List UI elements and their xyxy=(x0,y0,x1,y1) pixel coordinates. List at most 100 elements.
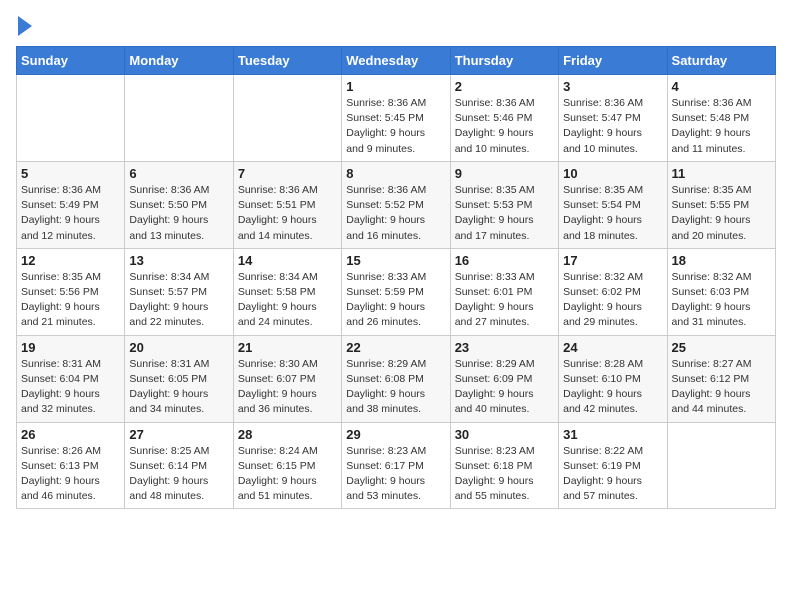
calendar-cell: 24Sunrise: 8:28 AM Sunset: 6:10 PM Dayli… xyxy=(559,335,667,422)
calendar-cell: 25 Sunrise: 8:27 AM Sunset: 6:12 PM Dayli… xyxy=(667,335,775,422)
day-info: Sunrise: 8:36 AM Sunset: 5:47 PM Dayligh… xyxy=(563,96,662,157)
day-info: Sunrise: 8:23 AM Sunset: 6:18 PM Dayligh… xyxy=(455,444,554,505)
day-number: 23 xyxy=(455,340,554,355)
calendar-cell: 31 Sunrise: 8:22 AM Sunset: 6:19 PM Dayli… xyxy=(559,422,667,509)
day-info: Sunrise: 8:36 AM Sunset: 5:52 PM Dayligh… xyxy=(346,183,445,244)
day-info: Sunrise: 8:30 AM Sunset: 6:07 PM Dayligh… xyxy=(238,357,337,418)
day-number: 30 xyxy=(455,427,554,442)
day-info: Sunrise: 8:34 AM Sunset: 5:57 PM Dayligh… xyxy=(129,270,228,331)
weekday-header-tuesday: Tuesday xyxy=(233,47,341,75)
day-number: 12 xyxy=(21,253,120,268)
calendar-cell: 27 Sunrise: 8:25 AM Sunset: 6:14 PM Dayli… xyxy=(125,422,233,509)
day-info: Sunrise: 8:36 AM Sunset: 5:46 PM Dayligh… xyxy=(455,96,554,157)
day-info: Sunrise: 8:23 AM Sunset: 6:17 PM Dayligh… xyxy=(346,444,445,505)
weekday-header-thursday: Thursday xyxy=(450,47,558,75)
day-info: Sunrise: 8:31 AM Sunset: 6:05 PM Dayligh… xyxy=(129,357,228,418)
calendar-cell: 3 Sunrise: 8:36 AM Sunset: 5:47 PM Daylig… xyxy=(559,75,667,162)
day-number: 1 xyxy=(346,79,445,94)
calendar-cell: 13 Sunrise: 8:34 AM Sunset: 5:57 PM Dayli… xyxy=(125,248,233,335)
calendar-cell: 15Sunrise: 8:33 AM Sunset: 5:59 PM Dayli… xyxy=(342,248,450,335)
day-info: Sunrise: 8:35 AM Sunset: 5:55 PM Dayligh… xyxy=(672,183,771,244)
day-number: 10 xyxy=(563,166,662,181)
day-info: Sunrise: 8:35 AM Sunset: 5:56 PM Dayligh… xyxy=(21,270,120,331)
calendar-cell: 18 Sunrise: 8:32 AM Sunset: 6:03 PM Dayli… xyxy=(667,248,775,335)
day-info: Sunrise: 8:29 AM Sunset: 6:09 PM Dayligh… xyxy=(455,357,554,418)
day-number: 18 xyxy=(672,253,771,268)
day-info: Sunrise: 8:33 AM Sunset: 5:59 PM Dayligh… xyxy=(346,270,445,331)
calendar-week-3: 12 Sunrise: 8:35 AM Sunset: 5:56 PM Dayli… xyxy=(17,248,776,335)
calendar-cell: 11Sunrise: 8:35 AM Sunset: 5:55 PM Dayli… xyxy=(667,161,775,248)
calendar-cell: 1 Sunrise: 8:36 AM Sunset: 5:45 PM Daylig… xyxy=(342,75,450,162)
calendar-cell: 23 Sunrise: 8:29 AM Sunset: 6:09 PM Dayli… xyxy=(450,335,558,422)
day-number: 7 xyxy=(238,166,337,181)
calendar-cell xyxy=(125,75,233,162)
day-info: Sunrise: 8:33 AM Sunset: 6:01 PM Dayligh… xyxy=(455,270,554,331)
calendar-cell: 8Sunrise: 8:36 AM Sunset: 5:52 PM Daylig… xyxy=(342,161,450,248)
day-info: Sunrise: 8:32 AM Sunset: 6:02 PM Dayligh… xyxy=(563,270,662,331)
day-info: Sunrise: 8:24 AM Sunset: 6:15 PM Dayligh… xyxy=(238,444,337,505)
day-info: Sunrise: 8:31 AM Sunset: 6:04 PM Dayligh… xyxy=(21,357,120,418)
weekday-header-sunday: Sunday xyxy=(17,47,125,75)
day-info: Sunrise: 8:36 AM Sunset: 5:51 PM Dayligh… xyxy=(238,183,337,244)
day-info: Sunrise: 8:27 AM Sunset: 6:12 PM Dayligh… xyxy=(672,357,771,418)
day-number: 9 xyxy=(455,166,554,181)
page-header xyxy=(16,16,776,36)
day-number: 27 xyxy=(129,427,228,442)
calendar-cell: 12 Sunrise: 8:35 AM Sunset: 5:56 PM Dayli… xyxy=(17,248,125,335)
day-info: Sunrise: 8:25 AM Sunset: 6:14 PM Dayligh… xyxy=(129,444,228,505)
day-number: 3 xyxy=(563,79,662,94)
day-info: Sunrise: 8:29 AM Sunset: 6:08 PM Dayligh… xyxy=(346,357,445,418)
day-number: 20 xyxy=(129,340,228,355)
calendar-cell: 22Sunrise: 8:29 AM Sunset: 6:08 PM Dayli… xyxy=(342,335,450,422)
weekday-header-monday: Monday xyxy=(125,47,233,75)
weekday-header-friday: Friday xyxy=(559,47,667,75)
day-number: 19 xyxy=(21,340,120,355)
day-info: Sunrise: 8:34 AM Sunset: 5:58 PM Dayligh… xyxy=(238,270,337,331)
calendar-cell: 29 Sunrise: 8:23 AM Sunset: 6:17 PM Dayli… xyxy=(342,422,450,509)
day-number: 26 xyxy=(21,427,120,442)
day-number: 25 xyxy=(672,340,771,355)
day-number: 21 xyxy=(238,340,337,355)
calendar-body: 1 Sunrise: 8:36 AM Sunset: 5:45 PM Daylig… xyxy=(17,75,776,509)
day-info: Sunrise: 8:22 AM Sunset: 6:19 PM Dayligh… xyxy=(563,444,662,505)
calendar-cell xyxy=(667,422,775,509)
weekday-header-wednesday: Wednesday xyxy=(342,47,450,75)
day-number: 16 xyxy=(455,253,554,268)
calendar-cell: 20 Sunrise: 8:31 AM Sunset: 6:05 PM Dayli… xyxy=(125,335,233,422)
day-number: 2 xyxy=(455,79,554,94)
calendar-header-row: SundayMondayTuesdayWednesdayThursdayFrid… xyxy=(17,47,776,75)
logo-arrow-icon xyxy=(18,16,32,36)
day-number: 28 xyxy=(238,427,337,442)
calendar-cell: 9 Sunrise: 8:35 AM Sunset: 5:53 PM Daylig… xyxy=(450,161,558,248)
calendar-cell: 7 Sunrise: 8:36 AM Sunset: 5:51 PM Daylig… xyxy=(233,161,341,248)
calendar-cell xyxy=(17,75,125,162)
calendar-cell: 21 Sunrise: 8:30 AM Sunset: 6:07 PM Dayli… xyxy=(233,335,341,422)
day-number: 29 xyxy=(346,427,445,442)
logo xyxy=(16,16,32,36)
day-number: 31 xyxy=(563,427,662,442)
calendar-cell: 10 Sunrise: 8:35 AM Sunset: 5:54 PM Dayli… xyxy=(559,161,667,248)
calendar-cell: 16 Sunrise: 8:33 AM Sunset: 6:01 PM Dayli… xyxy=(450,248,558,335)
day-info: Sunrise: 8:36 AM Sunset: 5:48 PM Dayligh… xyxy=(672,96,771,157)
calendar-week-1: 1 Sunrise: 8:36 AM Sunset: 5:45 PM Daylig… xyxy=(17,75,776,162)
day-info: Sunrise: 8:35 AM Sunset: 5:53 PM Dayligh… xyxy=(455,183,554,244)
calendar-cell: 2 Sunrise: 8:36 AM Sunset: 5:46 PM Daylig… xyxy=(450,75,558,162)
calendar-cell: 4Sunrise: 8:36 AM Sunset: 5:48 PM Daylig… xyxy=(667,75,775,162)
weekday-header-saturday: Saturday xyxy=(667,47,775,75)
calendar-week-2: 5 Sunrise: 8:36 AM Sunset: 5:49 PM Daylig… xyxy=(17,161,776,248)
day-number: 13 xyxy=(129,253,228,268)
day-number: 14 xyxy=(238,253,337,268)
day-info: Sunrise: 8:32 AM Sunset: 6:03 PM Dayligh… xyxy=(672,270,771,331)
calendar-cell: 17Sunrise: 8:32 AM Sunset: 6:02 PM Dayli… xyxy=(559,248,667,335)
day-number: 5 xyxy=(21,166,120,181)
calendar-cell: 19 Sunrise: 8:31 AM Sunset: 6:04 PM Dayli… xyxy=(17,335,125,422)
day-info: Sunrise: 8:35 AM Sunset: 5:54 PM Dayligh… xyxy=(563,183,662,244)
day-info: Sunrise: 8:28 AM Sunset: 6:10 PM Dayligh… xyxy=(563,357,662,418)
calendar-cell: 30 Sunrise: 8:23 AM Sunset: 6:18 PM Dayli… xyxy=(450,422,558,509)
calendar-table: SundayMondayTuesdayWednesdayThursdayFrid… xyxy=(16,46,776,509)
day-info: Sunrise: 8:36 AM Sunset: 5:45 PM Dayligh… xyxy=(346,96,445,157)
day-info: Sunrise: 8:36 AM Sunset: 5:49 PM Dayligh… xyxy=(21,183,120,244)
calendar-week-4: 19 Sunrise: 8:31 AM Sunset: 6:04 PM Dayli… xyxy=(17,335,776,422)
calendar-week-5: 26Sunrise: 8:26 AM Sunset: 6:13 PM Dayli… xyxy=(17,422,776,509)
calendar-cell: 28 Sunrise: 8:24 AM Sunset: 6:15 PM Dayli… xyxy=(233,422,341,509)
